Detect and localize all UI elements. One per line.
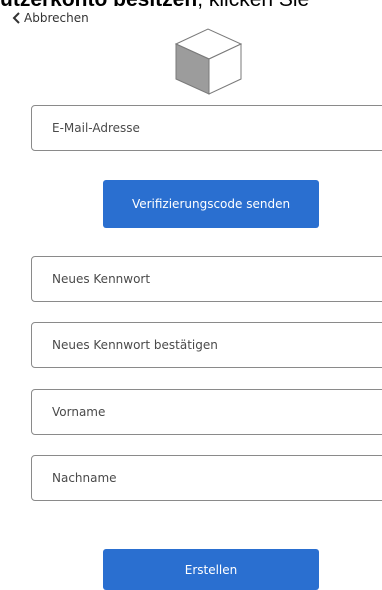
last-name-field[interactable] bbox=[31, 455, 382, 501]
chevron-left-icon bbox=[10, 11, 22, 25]
create-button[interactable]: Erstellen bbox=[103, 549, 319, 590]
new-password-field[interactable] bbox=[31, 256, 382, 302]
cancel-link[interactable]: Abbrechen bbox=[10, 10, 93, 26]
email-field[interactable] bbox=[31, 105, 382, 151]
cropped-header-rest: , klicken Sie bbox=[197, 0, 309, 11]
confirm-password-field[interactable] bbox=[31, 322, 382, 368]
first-name-field[interactable] bbox=[31, 389, 382, 435]
send-verification-code-button[interactable]: Verifizierungscode senden bbox=[103, 180, 319, 228]
cube-logo bbox=[172, 26, 244, 96]
cancel-label: Abbrechen bbox=[24, 11, 89, 25]
